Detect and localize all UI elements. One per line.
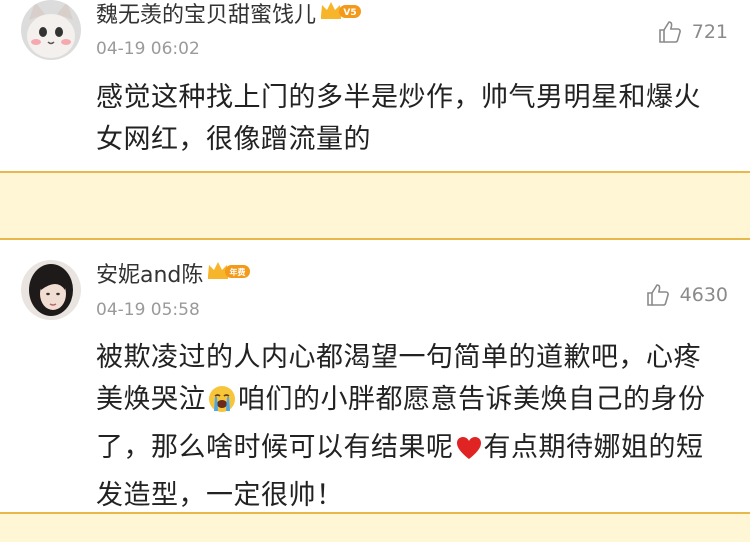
timestamp: 04-19 05:58	[96, 300, 200, 320]
username[interactable]: 安妮and陈 年费	[96, 262, 251, 290]
comment-item: 魏无羡的宝贝甜蜜饯儿 V5 04-19 06:02 721 感觉这种找上门的多半…	[0, 0, 750, 171]
comment-divider	[0, 171, 750, 240]
user-photo-avatar-icon	[21, 260, 81, 320]
avatar[interactable]	[21, 260, 81, 320]
comment-feed: 魏无羡的宝贝甜蜜饯儿 V5 04-19 06:02 721 感觉这种找上门的多半…	[0, 0, 750, 542]
username-text[interactable]: 安妮and陈	[96, 263, 203, 288]
cat-avatar-icon	[21, 0, 81, 60]
vip-badge: V5	[320, 0, 362, 28]
badge-label: V5	[343, 8, 356, 18]
username[interactable]: 魏无羡的宝贝甜蜜饯儿 V5	[96, 2, 362, 30]
crown-icon: V5	[321, 2, 362, 19]
crying-face-emoji-icon	[207, 384, 237, 427]
comment-divider	[0, 512, 750, 542]
like-count: 721	[691, 21, 728, 43]
username-text[interactable]: 魏无羡的宝贝甜蜜饯儿	[96, 3, 316, 28]
comment-text: 被欺凌过的人内心都渴望一句简单的道歉吧，心疼美焕哭泣 咱们的小胖都愿意告诉美焕自…	[96, 337, 726, 517]
avatar[interactable]	[21, 0, 81, 60]
annual-vip-badge: 年费	[207, 260, 251, 288]
comment-item: 安妮and陈 年费 04-19 05:58 4630 被欺凌过的人内心都渴望一句…	[0, 240, 750, 512]
like-count: 4630	[679, 284, 728, 306]
thumbs-up-icon	[658, 21, 681, 43]
badge-label: 年费	[230, 267, 246, 277]
thumbs-up-icon	[646, 284, 669, 306]
crown-icon: 年费	[208, 262, 251, 279]
like-button[interactable]: 4630	[646, 283, 728, 307]
like-button[interactable]: 721	[658, 20, 728, 44]
timestamp: 04-19 06:02	[96, 39, 200, 59]
red-heart-emoji-icon	[455, 433, 483, 475]
comment-text: 感觉这种找上门的多半是炒作，帅气男明星和爆火女网红，很像蹭流量的	[96, 82, 701, 155]
